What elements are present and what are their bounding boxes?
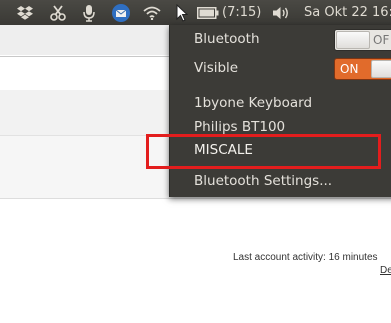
dropbox-icon[interactable] — [14, 0, 36, 25]
menu-bluetooth-settings[interactable]: Bluetooth Settings... — [194, 170, 332, 192]
menu-visible-label: Visible — [194, 60, 239, 76]
wifi-icon[interactable] — [141, 0, 163, 25]
bluetooth-cursor-icon[interactable] — [174, 0, 190, 25]
microphone-icon[interactable] — [79, 0, 99, 25]
thunderbird-icon[interactable] — [109, 0, 133, 25]
toggle-thumb — [371, 60, 391, 78]
volume-icon[interactable] — [270, 0, 294, 25]
battery-icon[interactable] — [196, 0, 220, 25]
visible-toggle[interactable]: ON — [334, 58, 391, 80]
details-link[interactable]: De — [380, 265, 391, 276]
last-account-activity: Last account activity: 16 minutes — [233, 252, 378, 263]
toggle-thumb — [336, 31, 370, 49]
menu-bluetooth-label: Bluetooth — [194, 31, 260, 47]
bluetooth-menu: Bluetooth OF Visible ON 1byone Keyboard … — [169, 25, 391, 197]
clock[interactable]: Sa Okt 22 16: — [304, 0, 391, 25]
top-panel: (7:15) Sa Okt 22 16: — [0, 0, 391, 25]
scissors-icon[interactable] — [47, 0, 69, 25]
highlight-annotation — [146, 134, 381, 169]
battery-time: (7:15) — [222, 5, 262, 20]
bluetooth-toggle[interactable]: OF — [334, 29, 391, 51]
menu-device-keyboard[interactable]: 1byone Keyboard — [194, 92, 312, 114]
toggle-state-label: ON — [340, 62, 359, 76]
toggle-state-label: OF — [373, 33, 390, 47]
